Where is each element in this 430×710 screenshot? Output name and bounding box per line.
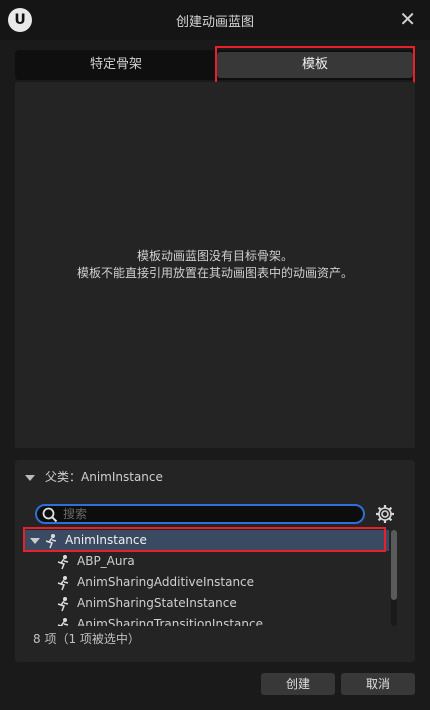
template-message-line2: 模板不能直接引用放置在其动画图表中的动画资产。 (76, 266, 353, 280)
tree-item-animsharing-transition[interactable]: AnimSharingTransitionInstance (25, 614, 389, 626)
scrollbar-thumb[interactable] (391, 530, 397, 600)
tab-template[interactable]: 模板 (217, 52, 413, 78)
parent-class-label: 父类：AnimInstance (45, 470, 163, 484)
cancel-button[interactable]: 取消 (341, 673, 415, 695)
tree-item-abp-aura[interactable]: ABP_Aura (25, 551, 389, 572)
tree-item-animinstance[interactable]: AnimInstance (25, 530, 389, 551)
search-box[interactable] (35, 504, 365, 524)
anim-blueprint-icon (57, 597, 69, 612)
preview-area: 模板动画蓝图没有目标骨架。 模板不能直接引用放置在其动画图表中的动画资产。 (15, 82, 415, 448)
class-tree: AnimInstance ABP_Aura AnimSharingAdditiv… (25, 530, 389, 626)
expand-arrow-icon[interactable] (30, 538, 40, 544)
template-message: 模板动画蓝图没有目标骨架。 模板不能直接引用放置在其动画图表中的动画资产。 (15, 248, 415, 282)
anim-blueprint-icon (57, 576, 69, 591)
parent-class-panel: 父类：AnimInstance AnimInstance (15, 460, 415, 662)
tab-bar: 特定骨架 模板 (15, 50, 415, 80)
search-icon (42, 507, 58, 523)
window-title: 创建动画蓝图 (175, 15, 254, 30)
tree-item-label: AnimSharingTransitionInstance (77, 617, 263, 626)
template-message-line1: 模板动画蓝图没有目标骨架。 (136, 249, 293, 263)
tree-item-label: AnimSharingStateInstance (77, 596, 237, 610)
parent-class-header[interactable]: 父类：AnimInstance (25, 468, 163, 486)
anim-blueprint-icon (45, 534, 57, 549)
create-button[interactable]: 创建 (261, 673, 335, 695)
tree-item-label: ABP_Aura (77, 554, 135, 568)
tree-scrollbar[interactable] (391, 530, 397, 626)
tab-specific-skeleton[interactable]: 特定骨架 (17, 52, 215, 78)
anim-blueprint-icon (57, 618, 69, 626)
close-icon[interactable]: ✕ (399, 7, 416, 31)
collapse-triangle-icon[interactable] (25, 474, 35, 481)
tree-item-label: AnimInstance (65, 533, 147, 547)
item-count: 8 项（1 项被选中） (33, 632, 140, 646)
tree-item-animsharing-state[interactable]: AnimSharingStateInstance (25, 593, 389, 614)
anim-blueprint-icon (57, 555, 69, 570)
tree-item-animsharing-additive[interactable]: AnimSharingAdditiveInstance (25, 572, 389, 593)
search-input[interactable] (63, 506, 353, 522)
title-bar: U 创建动画蓝图 ✕ (0, 0, 430, 40)
gear-icon[interactable] (375, 504, 395, 524)
tree-item-label: AnimSharingAdditiveInstance (77, 575, 255, 589)
